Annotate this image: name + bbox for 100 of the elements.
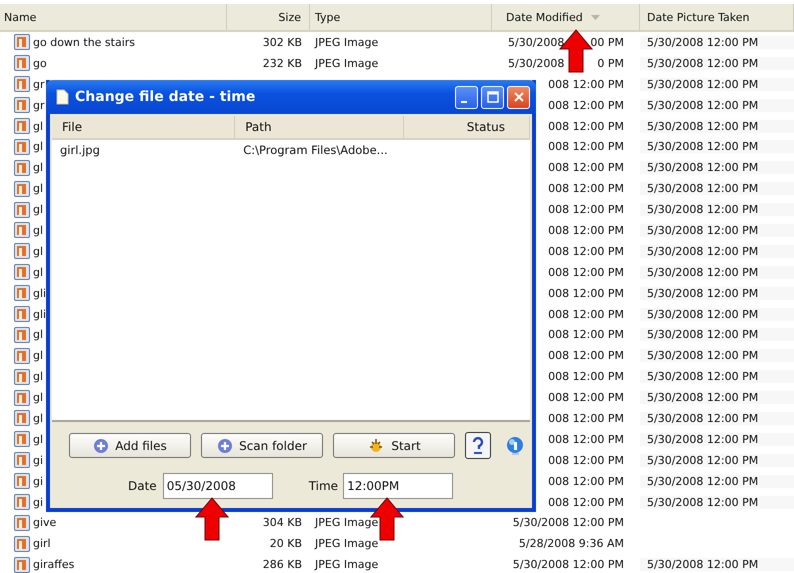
- date-picture-taken: 5/30/2008 12:00 PM: [647, 224, 758, 237]
- file-type: JPEG Image: [315, 56, 378, 70]
- image-file-icon: [14, 306, 30, 322]
- date-picture-taken: 5/30/2008 12:00 PM: [647, 161, 758, 174]
- date-picture-taken: 5/30/2008 12:00 PM: [647, 308, 758, 321]
- file-name[interactable]: give: [33, 516, 56, 530]
- file-name[interactable]: gr: [33, 78, 45, 91]
- file-name[interactable]: gl: [33, 391, 44, 404]
- file-size: 286 KB: [262, 558, 302, 572]
- file-name[interactable]: gl: [33, 412, 44, 425]
- time-label: Time: [308, 479, 338, 493]
- date-modified: 008 12:00 PM: [548, 474, 624, 488]
- date-picture-taken: 5/30/2008 12:00 PM: [647, 454, 758, 467]
- date-modified: 008 12:00 PM: [548, 140, 624, 154]
- maximize-button[interactable]: [481, 86, 504, 108]
- up-arrow: [195, 497, 229, 541]
- image-file-icon: [14, 390, 30, 406]
- date-picture-taken: 5/30/2008 12:00 PM: [647, 474, 758, 488]
- date-picture-taken: 5/30/2008 12:00 PM: [647, 140, 758, 154]
- date-modified: 008 12:00 PM: [548, 78, 624, 91]
- file-name[interactable]: gl: [33, 266, 44, 279]
- column-header[interactable]: Date Picture Taken: [640, 4, 794, 30]
- image-file-icon: [14, 368, 30, 385]
- file-type: JPEG Image: [315, 36, 378, 49]
- column-header[interactable]: Path: [235, 116, 404, 138]
- date-modified: 008 12:00 PM: [548, 496, 624, 509]
- file-name[interactable]: gl: [33, 432, 44, 446]
- column-header[interactable]: Status: [404, 116, 530, 138]
- file-name[interactable]: go down the stairs: [33, 36, 136, 49]
- date-picture-taken: 5/30/2008 12:00 PM: [647, 56, 758, 70]
- image-file-icon: [14, 202, 30, 218]
- image-file-icon: [14, 222, 30, 238]
- date-picture-taken: 5/30/2008 12:00 PM: [647, 370, 758, 384]
- start-button[interactable]: Start: [333, 433, 455, 458]
- close-button[interactable]: [507, 86, 530, 108]
- time-field[interactable]: 12:00PM: [343, 473, 454, 499]
- file-name[interactable]: gi: [33, 496, 44, 509]
- date-picture-taken: 5/30/2008 12:00 PM: [647, 244, 758, 258]
- add-button[interactable]: Add files: [69, 433, 191, 458]
- file-name[interactable]: gl: [33, 224, 44, 237]
- help-button[interactable]: [465, 432, 491, 459]
- plus-icon: [217, 438, 234, 454]
- plus-icon: [93, 438, 110, 454]
- file-type: JPEG Image: [315, 558, 378, 572]
- file-type: JPEG Image: [315, 516, 378, 530]
- file-name[interactable]: gl: [33, 203, 44, 216]
- date-modified: 008 12:00 PM: [548, 286, 624, 300]
- column-header[interactable]: Type: [310, 4, 492, 30]
- column-header[interactable]: Size: [227, 4, 310, 30]
- file-name[interactable]: gl: [33, 161, 44, 174]
- image-file-icon: [14, 34, 30, 50]
- date-modified: 008 12:00 PM: [548, 412, 624, 425]
- date-picture-taken: 5/30/2008 12:00 PM: [647, 36, 758, 49]
- file-name[interactable]: go: [33, 56, 47, 70]
- date-picture-taken: 5/30/2008 12:00 PM: [647, 286, 758, 300]
- date-modified: 008 12:00 PM: [548, 161, 624, 174]
- file-name[interactable]: girl: [33, 537, 51, 550]
- date-picture-taken: 5/30/2008 12:00 PM: [647, 78, 758, 91]
- date-picture-taken: 5/30/2008 12:00 PM: [647, 266, 758, 279]
- file-name[interactable]: gli: [33, 308, 46, 321]
- date-modified: 5/30/2008 12:00 PM: [512, 516, 624, 530]
- date-picture-taken: 5/30/2008 12:00 PM: [647, 349, 758, 362]
- file-size: 302 KB: [262, 36, 302, 49]
- window-title: Change file date - time: [75, 89, 256, 105]
- date-field[interactable]: 05/30/2008: [162, 473, 273, 499]
- file-name[interactable]: girl.jpg: [60, 143, 100, 157]
- file-name[interactable]: gl: [33, 244, 44, 258]
- image-file-icon: [14, 264, 30, 280]
- file-size: 232 KB: [262, 56, 302, 70]
- file-name[interactable]: gi: [33, 474, 44, 488]
- image-file-icon: [14, 452, 30, 468]
- file-name[interactable]: giraffes: [33, 558, 74, 572]
- file-name[interactable]: gl: [33, 120, 44, 132]
- date-picture-taken: 5/30/2008 12:00 PM: [647, 432, 758, 446]
- info-icon[interactable]: [505, 436, 525, 456]
- file-name[interactable]: gl: [33, 140, 44, 154]
- image-file-icon: [14, 326, 30, 343]
- column-header[interactable]: File: [52, 116, 236, 138]
- minimize-button[interactable]: [455, 86, 478, 108]
- column-header[interactable]: Date Modified: [492, 4, 640, 30]
- date-modified: 00 PM: [590, 36, 624, 49]
- file-name[interactable]: gl: [33, 349, 44, 362]
- file-name[interactable]: gl: [33, 328, 44, 342]
- date-modified: 008 12:00 PM: [548, 432, 624, 446]
- add-button[interactable]: Scan folder: [201, 433, 323, 458]
- document-icon: [56, 89, 69, 105]
- image-file-icon: [14, 97, 30, 114]
- file-name[interactable]: gl: [33, 182, 44, 196]
- file-name[interactable]: gr: [33, 98, 45, 112]
- file-name[interactable]: gli: [33, 286, 46, 300]
- date-modified: 5/30/2008: [508, 56, 564, 70]
- file-name[interactable]: gi: [33, 454, 44, 467]
- image-file-icon: [14, 410, 30, 426]
- date-picture-taken: 5/30/2008 12:00 PM: [647, 496, 758, 509]
- date-label: Date: [128, 479, 157, 493]
- column-header[interactable]: Name: [0, 4, 227, 30]
- date-picture-taken: 5/30/2008 12:00 PM: [647, 558, 758, 572]
- image-file-icon: [14, 76, 30, 92]
- file-name[interactable]: gl: [33, 370, 44, 384]
- date-modified: 008 12:00 PM: [548, 98, 624, 112]
